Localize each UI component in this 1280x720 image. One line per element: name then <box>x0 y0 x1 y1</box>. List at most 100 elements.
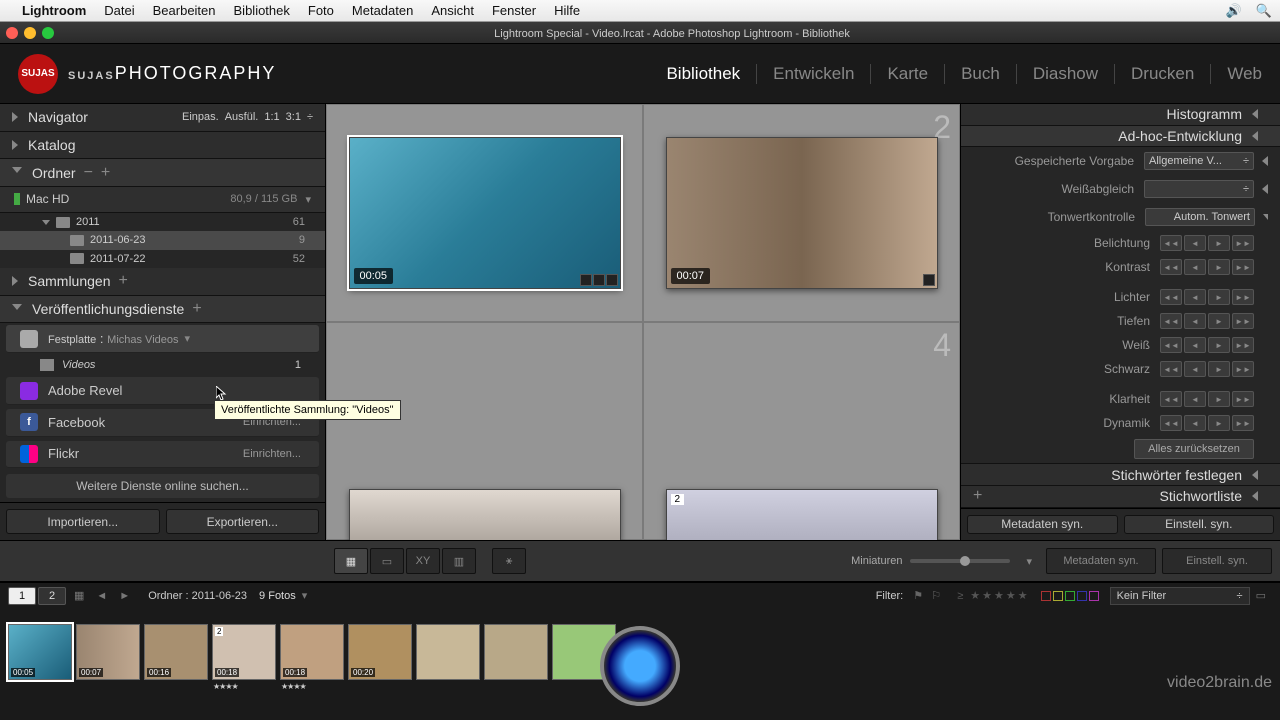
spotlight-icon[interactable]: 🔍 <box>1256 3 1272 19</box>
slider-steppers[interactable]: ◄◄◄►►► <box>1160 415 1254 431</box>
grid-cell-3[interactable] <box>326 322 643 540</box>
menu-app[interactable]: Lightroom <box>22 3 86 18</box>
module-buch[interactable]: Buch <box>945 64 1017 84</box>
import-button[interactable]: Importieren... <box>6 509 160 534</box>
module-drucken[interactable]: Drucken <box>1115 64 1211 84</box>
menu-bibliothek[interactable]: Bibliothek <box>234 3 290 18</box>
filmstrip-thumbnail[interactable]: 00:18 2 ★★★★ <box>212 624 276 680</box>
secondary-window-button[interactable]: 2 <box>38 587 66 605</box>
publish-setup-link[interactable]: Einrichten... <box>243 448 301 460</box>
sync-metadata-button[interactable]: Metadaten syn. <box>967 515 1118 534</box>
navigator-zoom-options[interactable]: Einpas.Ausfül.1:13:1÷ <box>176 111 313 123</box>
add-folder-button[interactable]: + <box>101 164 110 182</box>
menu-ansicht[interactable]: Ansicht <box>431 3 474 18</box>
grid-cell-4[interactable]: 4 2 <box>643 322 960 540</box>
menu-foto[interactable]: Foto <box>308 3 334 18</box>
grid-cell-1[interactable]: 00:05 <box>326 104 643 322</box>
publish-services-header[interactable]: Veröffentlichungsdienste + <box>0 296 325 324</box>
export-button[interactable]: Exportieren... <box>166 509 320 534</box>
filmstrip-thumbnail[interactable] <box>416 624 480 680</box>
disclosure-triangle-down-icon[interactable] <box>42 220 50 225</box>
color-label-purple[interactable] <box>1089 591 1099 601</box>
flag-reject-icon[interactable]: ⚐ <box>931 589 945 603</box>
sync-settings-button[interactable]: Einstell. syn. <box>1124 515 1275 534</box>
back-button[interactable]: ◄ <box>96 590 107 602</box>
find-more-services-button[interactable]: Weitere Dienste online suchen... <box>6 474 319 498</box>
filmstrip-thumbnail[interactable]: 00:16 <box>144 624 208 680</box>
module-entwickeln[interactable]: Entwickeln <box>757 64 871 84</box>
spray-can-button[interactable]: ⚹ <box>492 548 526 574</box>
filmstrip-thumbnail[interactable]: 00:07 <box>76 624 140 680</box>
chevron-down-icon[interactable]: ▾ <box>305 193 311 206</box>
color-label-yellow[interactable] <box>1053 591 1063 601</box>
menu-fenster[interactable]: Fenster <box>492 3 536 18</box>
menu-bearbeiten[interactable]: Bearbeiten <box>153 3 216 18</box>
module-bibliothek[interactable]: Bibliothek <box>650 64 757 84</box>
slider-steppers[interactable]: ◄◄◄►►► <box>1160 235 1254 251</box>
compare-view-button[interactable]: XY <box>406 548 440 574</box>
grid-view-button[interactable]: ▦ <box>334 548 368 574</box>
add-keyword-button[interactable]: + <box>973 487 982 505</box>
slider-steppers[interactable]: ◄◄◄►►► <box>1160 313 1254 329</box>
video-thumbnail[interactable]: 00:07 <box>666 137 938 289</box>
disclosure-triangle-left-icon[interactable] <box>1252 470 1258 480</box>
slider-steppers[interactable]: ◄◄◄►►► <box>1160 289 1254 305</box>
sammlungen-panel-header[interactable]: Sammlungen + <box>0 268 325 296</box>
katalog-panel-header[interactable]: Katalog <box>0 132 325 160</box>
slider-steppers[interactable]: ◄◄◄►►► <box>1160 361 1254 377</box>
preset-select[interactable]: Allgemeine V...÷ <box>1144 152 1254 170</box>
source-path[interactable]: Ordner : 2011-06-23 <box>148 590 247 602</box>
rating-filter[interactable]: ≥ ★★★★★ <box>957 589 1029 602</box>
module-karte[interactable]: Karte <box>871 64 945 84</box>
navigator-panel-header[interactable]: Navigator Einpas.Ausfül.1:13:1÷ <box>0 104 325 132</box>
tone-autobutton[interactable]: Autom. Tonwert <box>1145 208 1255 226</box>
menu-datei[interactable]: Datei <box>104 3 134 18</box>
keywords-panel-header[interactable]: Stichwörter festlegen <box>961 464 1280 486</box>
keywordlist-panel-header[interactable]: + Stichwortliste <box>961 486 1280 508</box>
ordner-panel-header[interactable]: Ordner − + <box>0 159 325 187</box>
disclosure-triangle-left-icon[interactable] <box>1252 491 1258 501</box>
folder-row-2011-07-22[interactable]: 2011-07-22 52 <box>0 250 325 268</box>
color-label-red[interactable] <box>1041 591 1051 601</box>
video-thumbnail[interactable] <box>349 489 621 540</box>
filmstrip-thumbnail[interactable]: 00:05 <box>8 624 72 680</box>
sync-settings-button-toolbar[interactable]: Einstell. syn. <box>1162 548 1272 574</box>
disclosure-triangle-left-icon[interactable] <box>1252 109 1258 119</box>
remove-folder-button[interactable]: − <box>84 164 93 182</box>
chevron-left-icon[interactable] <box>1262 156 1268 166</box>
forward-button[interactable]: ► <box>119 590 130 602</box>
disclosure-triangle-icon[interactable] <box>12 112 18 122</box>
disclosure-triangle-icon[interactable] <box>12 140 18 150</box>
grid-icon[interactable]: ▦ <box>74 589 84 602</box>
loupe-view-button[interactable]: ▭ <box>370 548 404 574</box>
color-label-blue[interactable] <box>1077 591 1087 601</box>
filmstrip-thumbnail[interactable] <box>484 624 548 680</box>
disclosure-triangle-left-icon[interactable] <box>1252 131 1258 141</box>
module-diashow[interactable]: Diashow <box>1017 64 1115 84</box>
video-thumbnail[interactable]: 00:05 <box>349 137 621 289</box>
add-collection-button[interactable]: + <box>119 272 128 290</box>
flag-pick-icon[interactable]: ⚑ <box>913 589 927 603</box>
adhoc-panel-header[interactable]: Ad-hoc-Entwicklung <box>961 126 1280 148</box>
filter-lock-icon[interactable]: ▭ <box>1256 589 1266 602</box>
publish-service-flickr[interactable]: Flickr Einrichten... <box>6 441 319 469</box>
minimize-window-button[interactable] <box>24 27 36 39</box>
reset-all-button[interactable]: Alles zurücksetzen <box>1134 439 1254 459</box>
video-thumbnail[interactable]: 2 <box>666 489 938 540</box>
chevron-down-icon[interactable] <box>1263 214 1268 220</box>
disclosure-triangle-down-icon[interactable] <box>12 304 22 315</box>
main-window-button[interactable]: 1 <box>8 587 36 605</box>
publish-collection-videos[interactable]: Videos 1 <box>0 355 325 375</box>
slider-steppers[interactable]: ◄◄◄►►► <box>1160 337 1254 353</box>
folder-row-2011[interactable]: 2011 61 <box>0 213 325 231</box>
chevron-down-icon[interactable]: ▾ <box>185 332 191 345</box>
zoom-window-button[interactable] <box>42 27 54 39</box>
histogram-panel-header[interactable]: Histogramm <box>961 104 1280 126</box>
module-web[interactable]: Web <box>1211 64 1262 84</box>
chevron-down-icon[interactable]: ▾ <box>302 589 308 602</box>
filmstrip-thumbnail[interactable]: 00:20 <box>348 624 412 680</box>
filter-preset-select[interactable]: Kein Filter÷ <box>1110 587 1250 605</box>
filmstrip-thumbnail[interactable]: 00:18 ★★★★ <box>280 624 344 680</box>
grid-cell-2[interactable]: 2 00:07 <box>643 104 960 322</box>
toolbar-menu-button[interactable]: ▾ <box>1026 555 1032 568</box>
